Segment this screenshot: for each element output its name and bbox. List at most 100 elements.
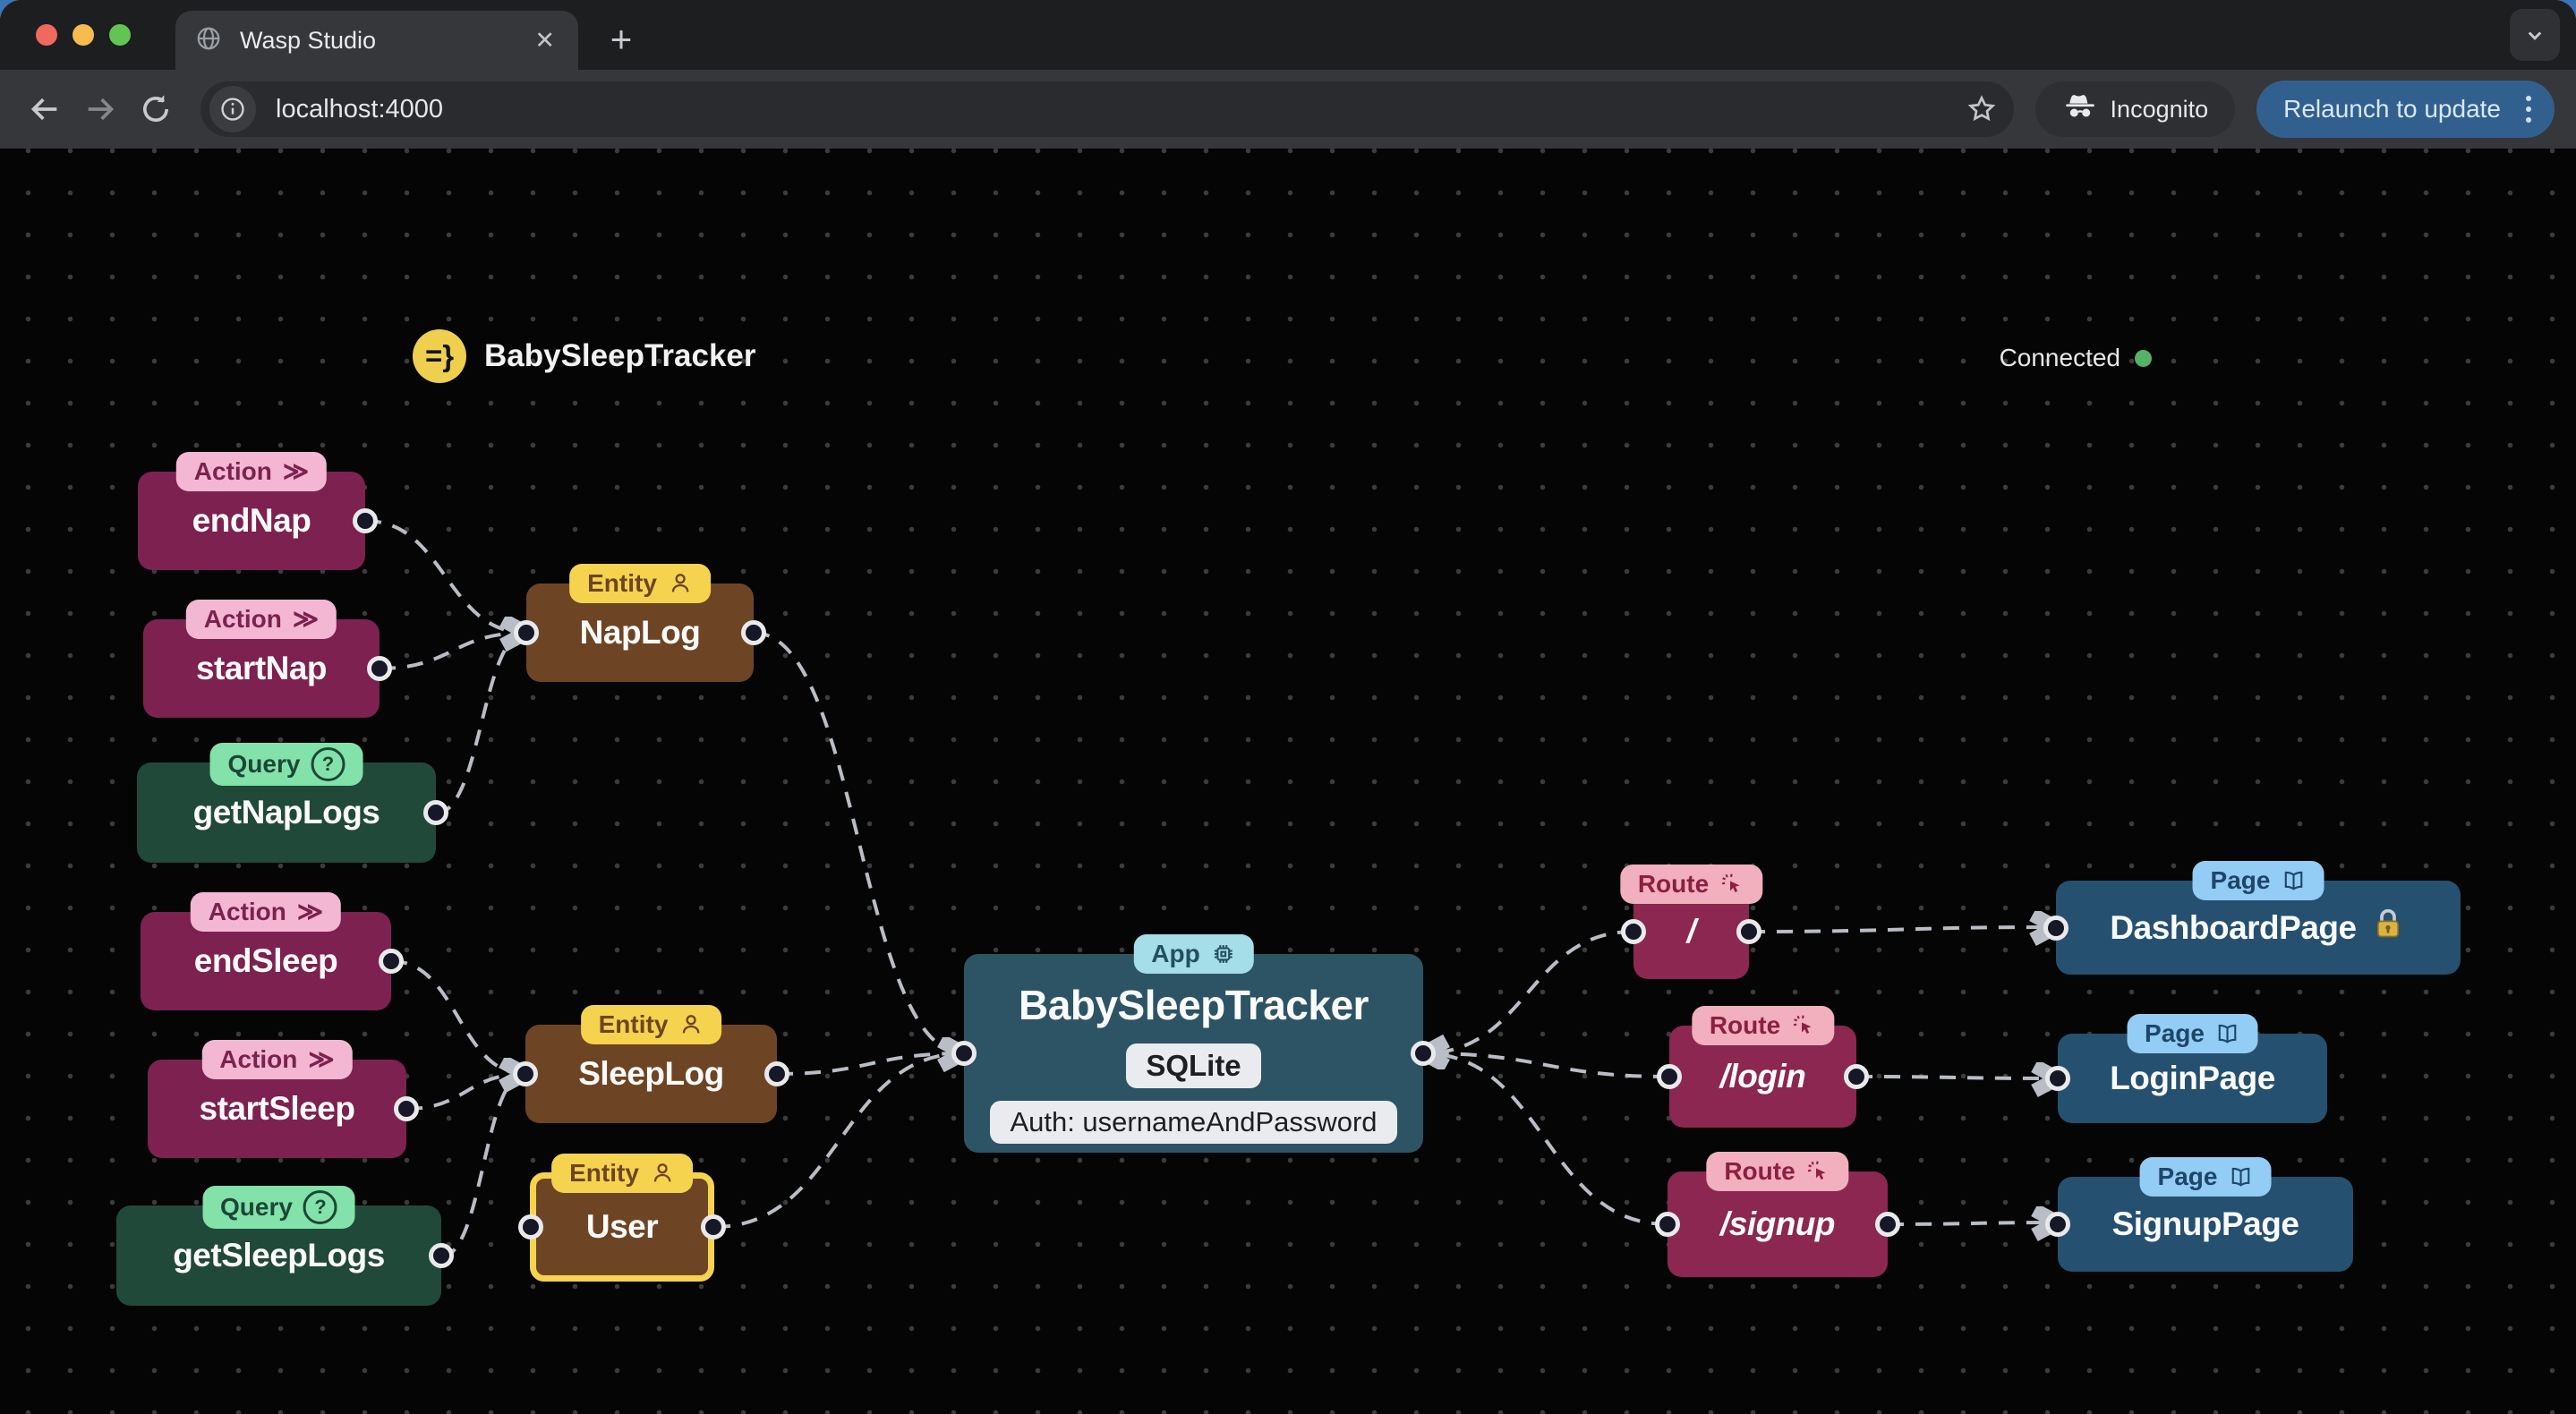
bookmark-star-icon[interactable] [1958,86,2005,132]
tab-title: Wasp Studio [240,26,377,54]
node-type-badge: Action ≫ [185,600,337,639]
node-page-dashboardpage[interactable]: Page DashboardPage [2043,861,2461,975]
action-chevrons-icon: ≫ [282,457,310,485]
action-chevrons-icon: ≫ [296,898,324,925]
node-label: startNap [195,650,328,686]
handle-left[interactable] [2043,915,2068,941]
badge-label: Entity [587,569,657,597]
handle-left[interactable] [514,620,539,645]
handle-left[interactable] [1657,1064,1682,1089]
tab-search-chevron-icon[interactable] [2510,9,2560,61]
handle-right[interactable] [764,1061,789,1086]
badge-label: Action [208,898,286,925]
handle-left[interactable] [513,1061,538,1086]
node-action-endsleep[interactable]: Action ≫ endSleep [141,892,404,1010]
wasp-logo-icon: =} [413,329,466,383]
handle-left[interactable] [518,1214,543,1239]
node-label: getNapLogs [192,794,380,831]
close-window-button[interactable] [36,24,57,46]
node-type-badge: Action ≫ [175,452,328,491]
node-label: BabySleepTracker [1019,982,1369,1028]
new-tab-button[interactable]: + [598,16,644,63]
relaunch-to-update-button[interactable]: Relaunch to update [2256,81,2555,138]
node-action-endnap[interactable]: Action ≫ endNap [138,452,378,570]
node-route-root[interactable]: Route / [1619,865,1763,979]
node-page-loginpage[interactable]: Page LoginPage [2045,1014,2327,1123]
node-app-babysleeptracker[interactable]: App BabySleepTracker SQLite Auth: userna… [951,934,1436,1153]
url-text[interactable]: localhost:4000 [276,95,1958,124]
person-icon [668,571,693,596]
node-type-badge: Entity [580,1005,722,1044]
node-route-signup[interactable]: Route /signup [1655,1152,1900,1277]
book-icon [2281,868,2306,893]
status-dot-icon [2135,349,2152,367]
minimize-window-button[interactable] [73,24,94,46]
handle-right[interactable] [379,949,404,974]
handle-right[interactable] [353,508,378,533]
incognito-label: Incognito [2110,95,2209,123]
reload-icon[interactable] [132,86,179,132]
handle-left[interactable] [2045,1066,2070,1091]
wasp-studio-canvas[interactable]: =} BabySleepTracker Connected Action ≫ e… [0,149,2576,1414]
handle-right[interactable] [394,1096,419,1121]
book-icon [2215,1021,2240,1046]
handle-right[interactable] [429,1243,454,1268]
handle-right[interactable] [1736,919,1761,944]
handle-right[interactable] [741,620,766,645]
browser-window: Wasp Studio ✕ + localhost:4000 Incognito… [0,0,2576,1414]
tab-favicon-globe-icon [195,25,222,56]
node-entity-sleeplog[interactable]: Entity SleepLog [513,1005,789,1123]
back-icon[interactable] [21,86,68,132]
node-label: getSleepLogs [173,1237,385,1273]
node-type-badge: Entity [551,1154,693,1193]
node-type-badge: App [1133,934,1254,974]
node-query-getnaplogs[interactable]: Query ? getNapLogs [137,743,448,863]
badge-label: Route [1709,1011,1781,1039]
handle-left[interactable] [951,1041,977,1066]
handle-right[interactable] [701,1214,726,1239]
node-type-badge: Action ≫ [190,892,342,932]
node-entity-naplog[interactable]: Entity NapLog [514,564,766,682]
handle-left[interactable] [1655,1212,1680,1237]
node-type-badge: Route [1706,1152,1849,1191]
handle-left[interactable] [1621,919,1646,944]
badge-label: App [1151,940,1200,967]
forward-icon[interactable] [77,86,124,132]
node-query-getsleeplogs[interactable]: Query ? getSleepLogs [116,1186,454,1306]
handle-right[interactable] [1875,1212,1900,1237]
lock-icon [2369,905,2407,950]
node-type-badge: Page [2127,1014,2258,1053]
node-entity-user[interactable]: Entity User [518,1154,726,1282]
handle-right[interactable] [1844,1064,1869,1089]
browser-tab[interactable]: Wasp Studio ✕ [175,11,578,70]
handle-right[interactable] [423,800,448,825]
person-icon [650,1161,675,1186]
node-route-login[interactable]: Route /login [1657,1006,1869,1128]
status-label: Connected [1999,344,2120,371]
site-info-icon[interactable] [209,86,256,132]
node-type-badge: Page [2192,861,2324,900]
badge-label: Query [227,750,301,779]
node-action-startnap[interactable]: Action ≫ startNap [143,600,392,718]
browser-menu-kebab-icon[interactable] [2519,96,2538,123]
window-controls [36,24,131,46]
cursor-click-icon [1806,1159,1831,1184]
tab-strip: Wasp Studio ✕ + [0,0,2576,70]
node-action-startsleep[interactable]: Action ≫ startSleep [148,1040,419,1158]
query-question-icon: ? [311,747,345,781]
node-type-badge: Action ≫ [201,1040,353,1079]
handle-left[interactable] [2045,1212,2070,1237]
db-pill: SQLite [1126,1043,1261,1088]
zoom-window-button[interactable] [109,24,131,46]
tab-close-icon[interactable]: ✕ [531,25,559,56]
badge-label: Route [1637,870,1710,898]
incognito-badge: Incognito [2034,81,2236,137]
node-page-signuppage[interactable]: Page SignupPage [2045,1157,2353,1272]
node-label: endSleep [193,942,338,979]
handle-right[interactable] [1411,1041,1436,1066]
handle-right[interactable] [367,656,392,681]
node-label: /login [1719,1058,1806,1095]
book-icon [2228,1164,2253,1189]
node-type-badge: Query ? [209,743,363,786]
address-bar[interactable]: localhost:4000 [200,81,2014,137]
